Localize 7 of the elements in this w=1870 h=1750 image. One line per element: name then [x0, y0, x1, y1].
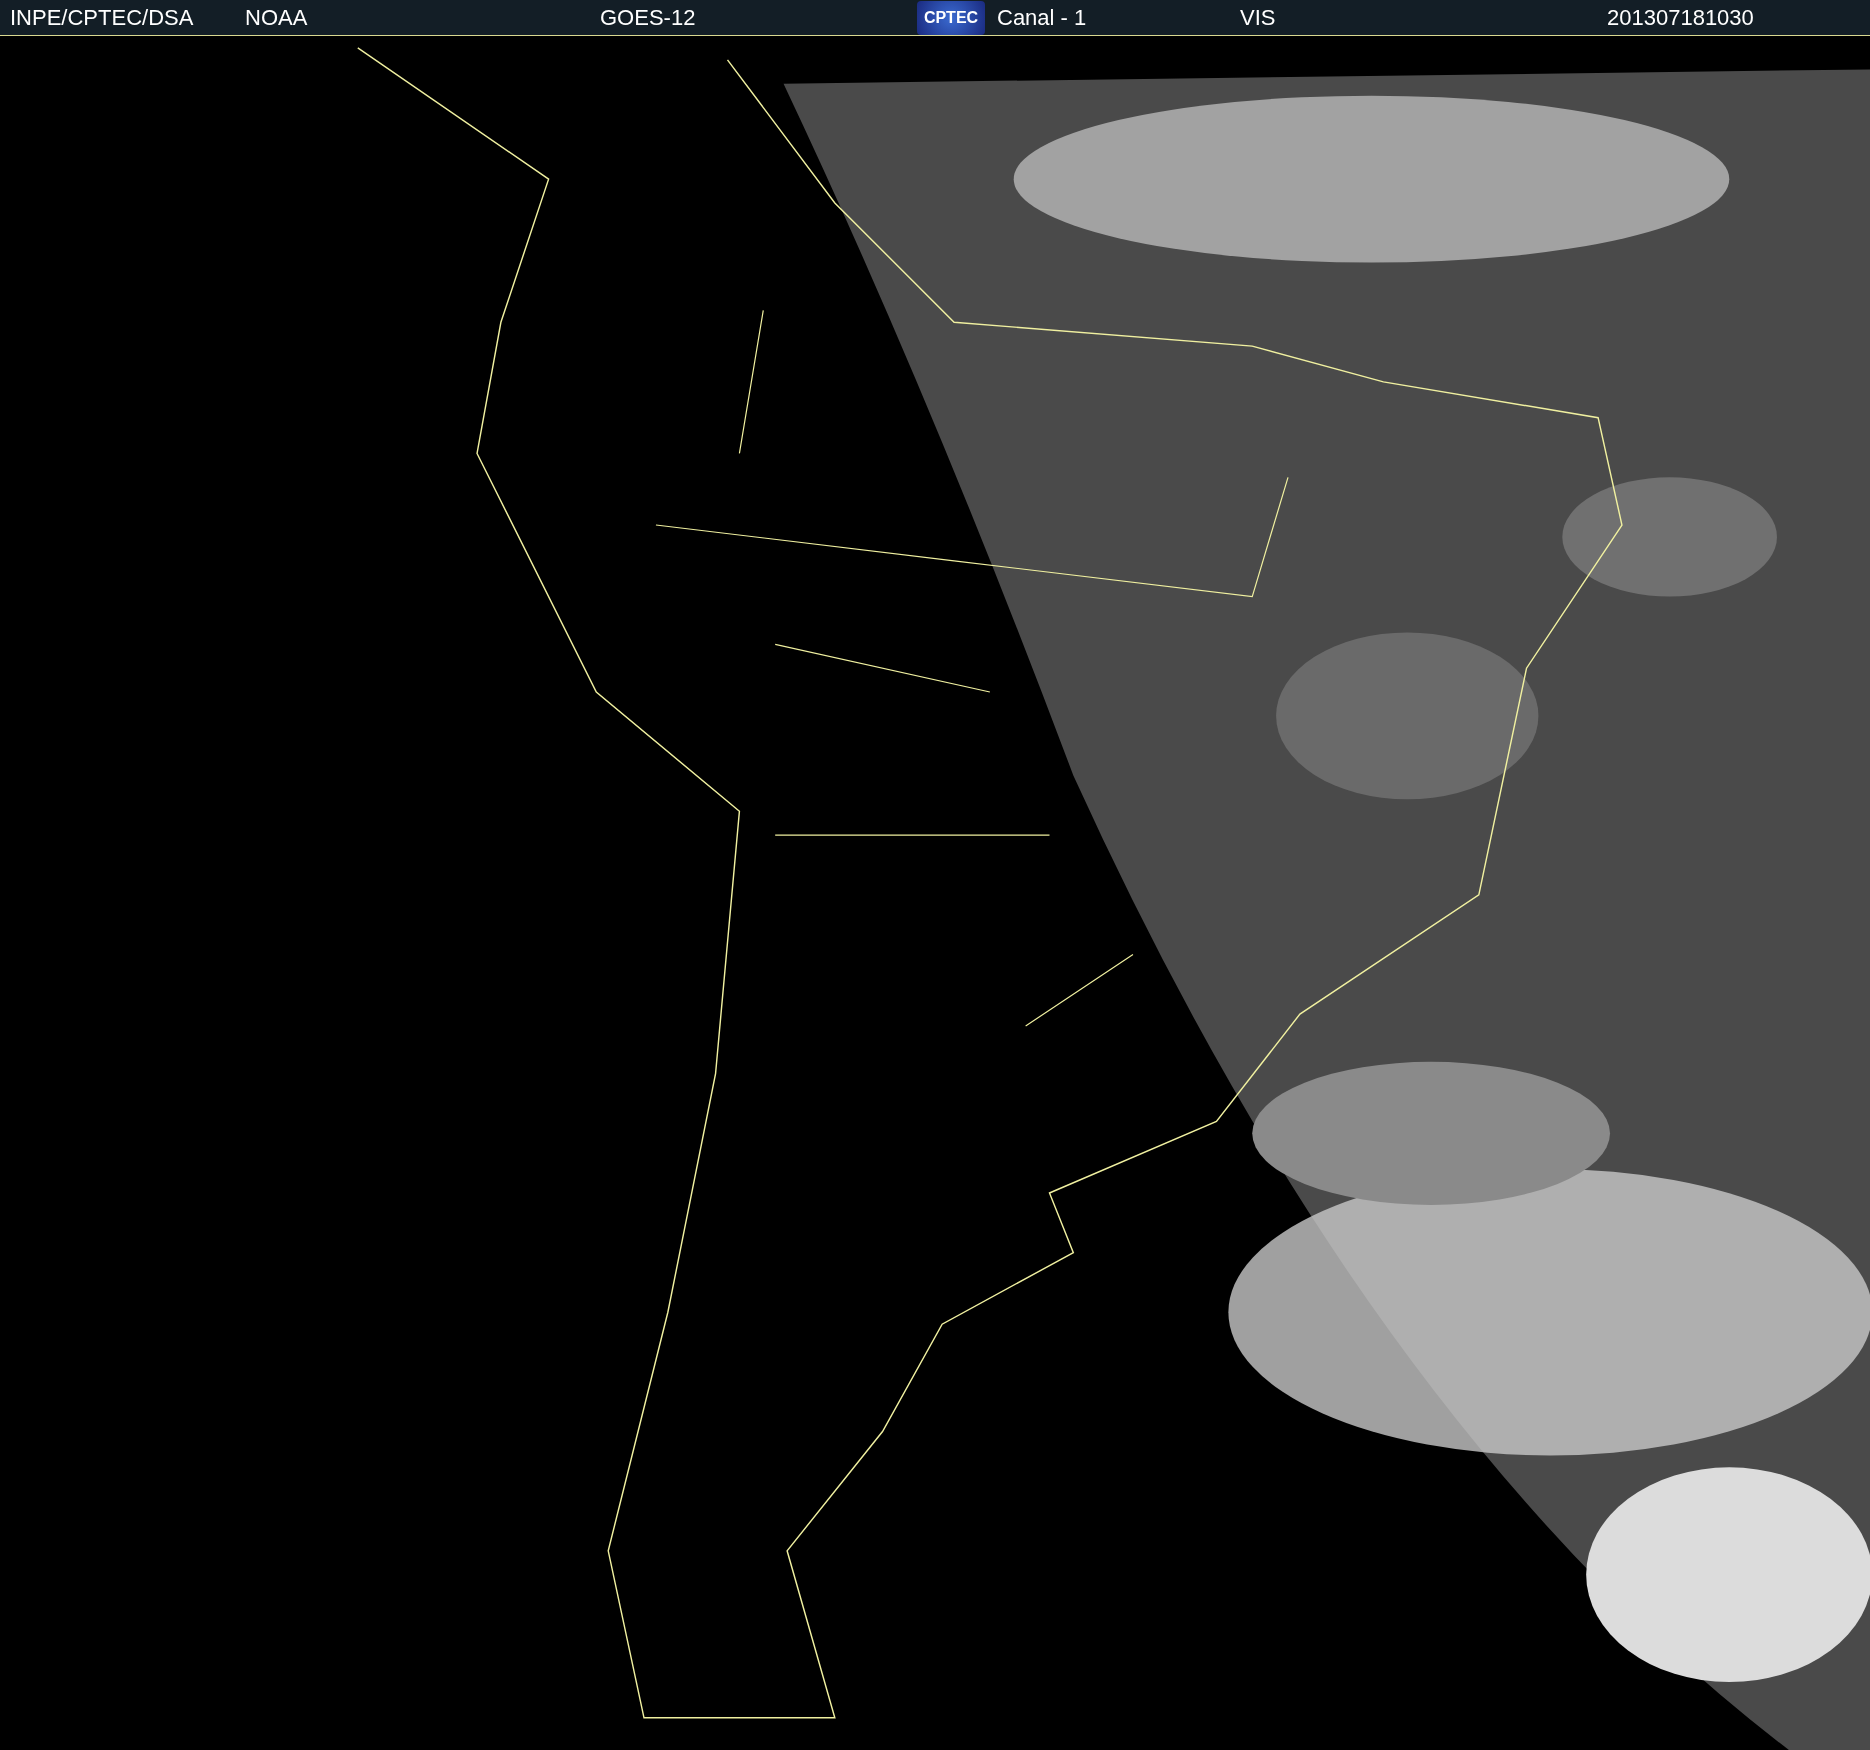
channel-label: Canal - 1	[997, 4, 1087, 31]
institution-label: INPE/CPTEC/DSA	[9, 4, 194, 31]
band-label: VIS	[1240, 4, 1276, 31]
logo: CPTEC	[917, 0, 985, 35]
agency-label: NOAA	[245, 4, 308, 31]
satellite-label: GOES-12	[600, 4, 696, 31]
timestamp-label: 201307181030	[1607, 4, 1754, 31]
